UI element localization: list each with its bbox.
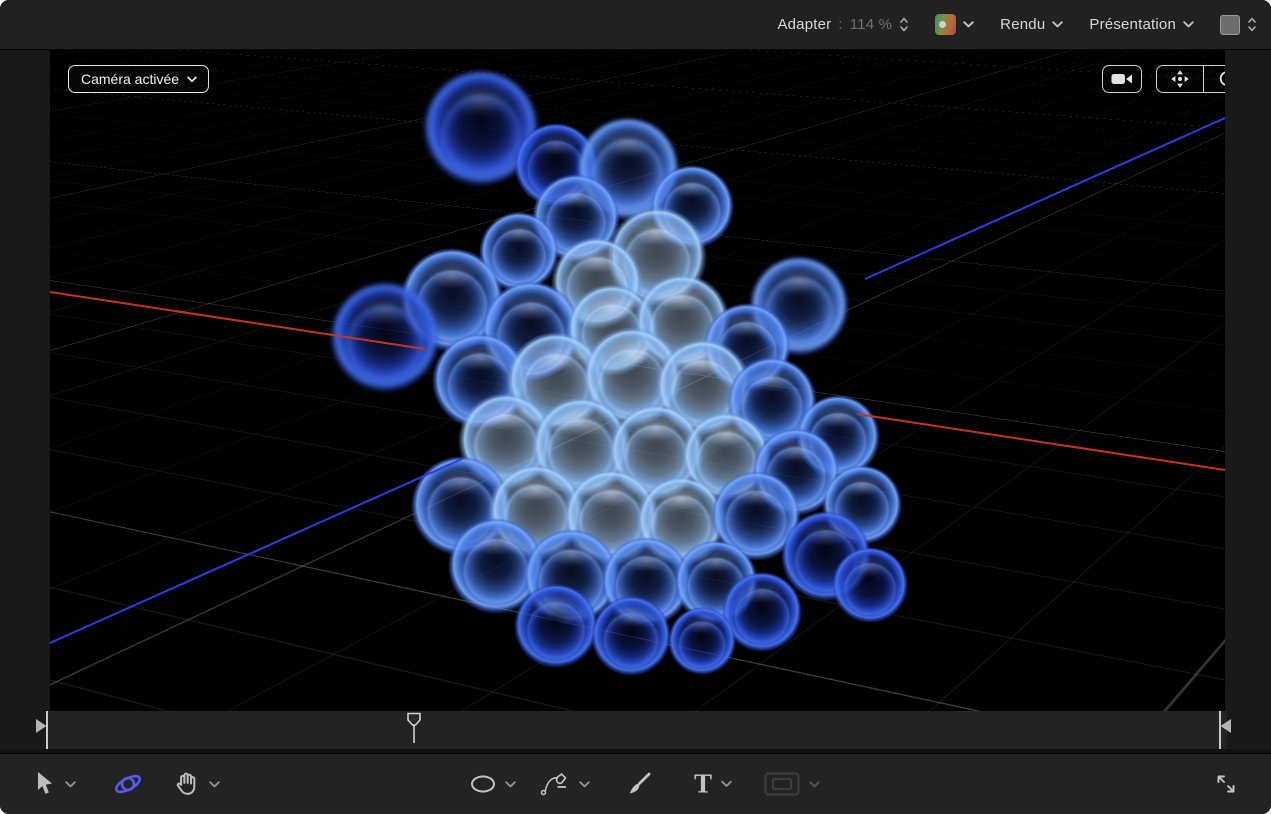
render-menu-label: Rendu [1000,16,1046,33]
ellipse-shape-tool[interactable] [470,774,516,794]
stepper-icon [1248,17,1256,32]
canvas-3d-view[interactable]: Caméra activée [50,50,1225,711]
chevron-down-icon [65,780,76,787]
diagonal-resize-icon [1217,775,1235,793]
presentation-menu-label: Présentation [1089,16,1176,33]
chevron-down-icon [579,780,590,787]
chevron-down-icon [209,780,220,787]
select-arrow-tool[interactable] [36,771,76,797]
zoom-label: Adapter [777,16,832,33]
workspace: Caméra activée [0,50,1271,711]
paintbrush-icon [629,772,651,794]
presentation-menu[interactable]: Présentation [1089,16,1194,33]
chevron-down-icon [721,780,732,787]
orbit-icon [1219,71,1225,86]
bubble [591,596,671,676]
axis-line [50,458,463,644]
camera-active-label: Caméra activée [81,71,180,87]
layout-swatch-icon [1220,14,1240,35]
chevron-down-icon [1052,21,1064,28]
in-point-marker[interactable] [36,719,47,733]
bottom-toolbar: T [0,753,1271,814]
bubble [514,584,598,668]
zoom-value: 114 % [849,16,893,33]
rectangle-mask-tool[interactable] [764,772,820,796]
expand-canvas-button[interactable] [1214,772,1238,796]
camcorder-icon [1111,74,1132,84]
scene-layer [50,70,1225,676]
hand-icon [176,772,196,795]
transform-3d-tool[interactable] [112,768,144,800]
bubble [668,607,736,675]
camera-nav-group [1156,65,1225,93]
text-tool-glyph: T [694,768,713,799]
ellipse-icon [471,775,495,793]
bezier-pen-tool[interactable] [540,771,590,797]
camera-active-toggle[interactable]: Caméra activée [68,65,210,93]
chevron-down-icon [809,780,820,787]
playhead[interactable] [407,712,421,744]
top-toolbar: Adapter : 114 % Rendu Présentation [0,0,1271,50]
transform-3d-icon [114,774,142,794]
orbit-view-button[interactable] [1203,66,1225,92]
hand-tool[interactable] [174,771,220,797]
render-menu[interactable]: Rendu [1000,16,1064,33]
bezier-pen-icon [540,773,567,796]
pan-view-button[interactable] [1157,66,1203,92]
motion-window: Adapter : 114 % Rendu Présentation Camér… [0,0,1271,814]
text-tool[interactable]: T [694,768,732,799]
axis-line [856,413,1225,471]
chevron-down-icon [1183,21,1194,28]
gradient-swatch-icon [935,14,957,35]
chevron-down-icon [963,21,974,28]
color-gradient-menu[interactable] [935,14,974,35]
bubble [832,547,908,623]
gradient-dot-icon [939,21,947,28]
timeline-strip [0,711,1271,749]
stepper-icon [900,17,909,32]
chevron-down-icon [187,76,197,82]
zoom-separator: : [838,16,843,33]
pan-icon [1171,70,1189,88]
out-point-marker[interactable] [1220,719,1232,733]
axis-line [864,117,1225,280]
layout-menu[interactable] [1220,14,1257,35]
paintbrush-tool[interactable] [626,771,652,797]
zoom-control[interactable]: Adapter : 114 % [777,16,909,33]
rectangle-icon [764,772,800,796]
chevron-down-icon [505,780,516,787]
cursor-arrow-icon [38,772,52,794]
particle-bubbles [330,70,908,676]
camera-view-button[interactable] [1102,65,1142,93]
